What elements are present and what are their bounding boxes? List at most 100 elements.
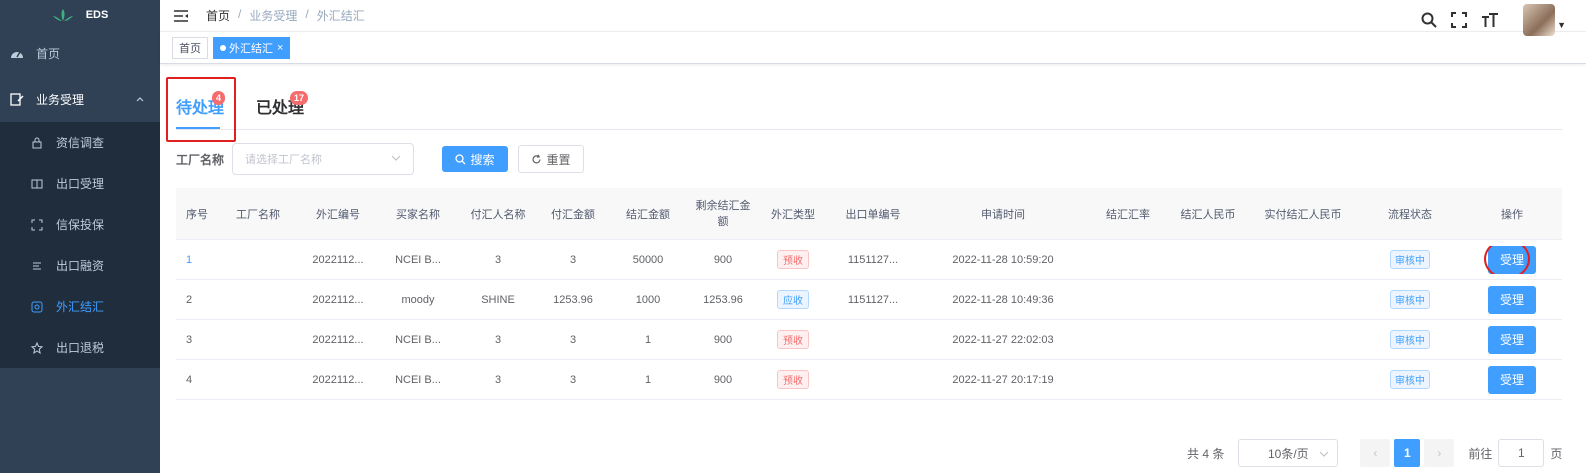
tag-home[interactable]: 首页	[172, 36, 208, 59]
breadcrumb-home[interactable]: 首页	[206, 7, 230, 24]
cell-seq: 1	[186, 253, 193, 266]
cell-fx-no: 2022112...	[312, 333, 364, 346]
accept-button[interactable]: 受理	[1488, 285, 1536, 314]
search-icon	[455, 153, 466, 164]
button-label: 重置	[546, 152, 571, 167]
cell-settle-amt: 1	[644, 373, 652, 386]
search-button[interactable]: 搜索	[442, 146, 508, 172]
next-page-button[interactable]: ›	[1424, 439, 1455, 467]
table-row: 4 2022112... NCEI B... 3 3 1 900 预收 2022-11-27 2…	[176, 360, 1562, 400]
sidebar-item-home[interactable]: 首页	[0, 30, 160, 76]
col-header: 申请时间	[981, 208, 1025, 221]
select-placeholder: 请选择工厂名称	[245, 154, 322, 166]
cell-seq: 3	[186, 333, 193, 346]
cell-time: 2022-11-27 22:02:03	[952, 333, 1054, 346]
cell-type: 预收	[758, 250, 828, 269]
cell-pay-amt: 3	[569, 253, 577, 266]
cell-payer: SHINE	[481, 293, 515, 306]
breadcrumb-business[interactable]: 业务受理	[249, 7, 297, 24]
cell-pay-amt: 1253.96	[553, 293, 593, 306]
prev-page-button[interactable]: ‹	[1360, 439, 1391, 467]
breadcrumb: 首页 / 业务受理 / 外汇结汇	[206, 7, 365, 24]
tags-view: 首页 外汇结汇 ×	[160, 32, 1586, 64]
goto-page-input[interactable]: 1	[1498, 439, 1545, 467]
top-navbar: 首页 / 业务受理 / 外汇结汇 ▼	[160, 0, 1586, 36]
cell-time: 2022-11-28 10:59:20	[952, 253, 1054, 266]
close-icon[interactable]: ×	[277, 42, 283, 54]
sidebar-item-finance[interactable]: 出口融资	[0, 245, 160, 286]
fullscreen-icon[interactable]	[1451, 12, 1468, 28]
cell-export-no: 1151127...	[847, 253, 899, 266]
col-header: 序号	[186, 208, 208, 221]
page-number-1[interactable]: 1	[1394, 439, 1421, 467]
app-logo: EDS	[0, 0, 160, 30]
sidebar-item-insurance[interactable]: 信保投保	[0, 204, 160, 245]
star-icon	[30, 341, 44, 355]
tag-fx-active[interactable]: 外汇结汇 ×	[213, 36, 291, 59]
accept-button[interactable]: 受理	[1488, 365, 1536, 394]
sidebar-item-business[interactable]: 业务受理	[0, 76, 160, 122]
col-header: 工厂名称	[236, 208, 280, 221]
cell-pay-amt: 3	[569, 373, 577, 386]
cell-export-no: 1151127...	[847, 293, 899, 306]
accept-button[interactable]: 受理	[1484, 245, 1536, 274]
button-label: 受理	[1499, 332, 1524, 347]
finance-icon	[30, 259, 44, 273]
cell-fx-no: 2022112...	[312, 293, 364, 306]
sidebar-item-label: 外汇结汇	[56, 300, 105, 314]
sidebar-item-credit[interactable]: 资信调查	[0, 122, 160, 163]
table-header: 序号 工厂名称 外汇编号 买家名称 付汇人名称 付汇金额 结汇金额 剩余结汇金额…	[176, 188, 1562, 240]
cell-status: 审核中	[1358, 330, 1462, 349]
cell-remain: 1253.96	[703, 293, 743, 306]
cell-buyer: moody	[401, 293, 435, 306]
cell-buyer: NCEI B...	[395, 373, 441, 386]
tag-label: 外汇结汇	[229, 42, 273, 55]
page-size-value: 10条/页	[1268, 446, 1309, 461]
tab-bar: 待处理 4 已处理 17	[176, 78, 1562, 130]
accept-button[interactable]: 受理	[1488, 325, 1536, 354]
col-header: 实付结汇人民币	[1264, 208, 1342, 221]
sidebar-item-export[interactable]: 出口受理	[0, 163, 160, 204]
highlight-box	[166, 77, 236, 142]
col-header: 外汇编号	[316, 208, 360, 221]
sidebar-item-fx[interactable]: 外汇结汇	[0, 286, 160, 327]
status-badge: 审核中	[1390, 330, 1430, 349]
edit-doc-icon	[10, 92, 24, 106]
button-label: 受理	[1499, 372, 1524, 387]
caret-down-icon[interactable]: ▼	[1557, 20, 1566, 30]
col-header: 买家名称	[396, 208, 440, 221]
sidebar-item-tax[interactable]: 出口退税	[0, 327, 160, 368]
factory-select[interactable]: 请选择工厂名称	[232, 143, 414, 175]
page-size-select[interactable]: 10条/页	[1238, 439, 1339, 467]
cell-seq: 4	[186, 373, 193, 386]
lock-icon	[30, 136, 44, 150]
sidebar-item-label: 出口融资	[56, 259, 105, 273]
breadcrumb-fx: 外汇结汇	[316, 9, 365, 23]
exchange-icon	[30, 300, 44, 314]
breadcrumb-separator: /	[238, 7, 242, 21]
sidebar-item-label: 出口退税	[56, 341, 105, 355]
sidebar: EDS 首页 业务受理 资信调查 出口受理 信保投保 出口融资 外汇结汇 出口退…	[0, 0, 160, 473]
sidebar-item-label: 信保投保	[56, 218, 105, 232]
cell-fx-no: 2022112...	[312, 373, 364, 386]
main-content: 待处理 4 已处理 17 工厂名称 请选择工厂名称 搜索 重置 序号 工厂名称 …	[160, 64, 1586, 473]
fx-type-tag: 预收	[777, 330, 809, 349]
hamburger-icon[interactable]	[174, 9, 188, 22]
cell-remain: 900	[713, 373, 733, 386]
col-header: 结汇人民币	[1180, 208, 1236, 221]
cell-remain: 900	[713, 333, 733, 346]
col-header: 出口单编号	[845, 208, 901, 221]
table-body: 1 2022112... NCEI B... 3 3 50000 900 预收 1151127.…	[176, 240, 1562, 400]
cell-settle-amt: 1000	[635, 293, 661, 306]
reset-button[interactable]: 重置	[518, 145, 584, 173]
chevron-down-icon	[1319, 451, 1329, 457]
search-icon[interactable]	[1421, 12, 1437, 28]
fx-table: 序号 工厂名称 外汇编号 买家名称 付汇人名称 付汇金额 结汇金额 剩余结汇金额…	[176, 188, 1562, 400]
active-dot-icon	[220, 44, 226, 51]
tab-processed[interactable]: 已处理 17	[256, 91, 309, 118]
font-size-icon[interactable]	[1481, 12, 1499, 28]
sidebar-item-label: 业务受理	[36, 92, 85, 107]
cell-action: 受理	[1462, 245, 1562, 274]
col-header: 付汇金额	[551, 208, 595, 221]
status-badge: 审核中	[1390, 250, 1430, 269]
